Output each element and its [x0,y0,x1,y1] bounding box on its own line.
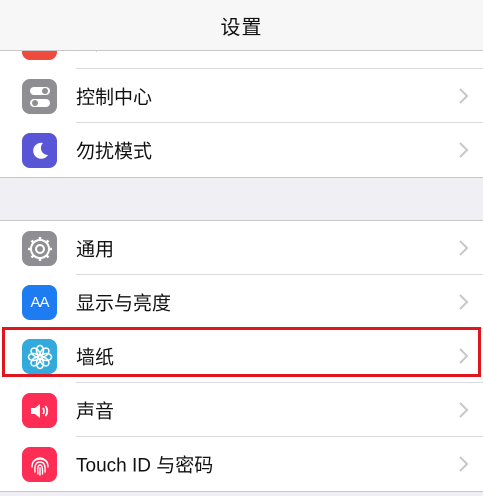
speaker-icon [22,393,57,428]
settings-group-2: 通用 AA 显示与亮度 墙纸 声音 Touch ID 与密码 [0,220,483,492]
settings-screen: 设置 通知 [0,0,483,496]
display-brightness-icon-text: AA [30,294,49,311]
chevron-right-icon [459,348,469,364]
settings-row-label: 声音 [76,400,115,423]
navigation-bar: 设置 [0,0,483,51]
chevron-right-icon [459,240,469,256]
settings-row-general[interactable]: 通用 [0,221,483,275]
settings-row-label: 通用 [76,238,115,261]
settings-row-label: 控制中心 [76,86,153,109]
chevron-right-icon [459,88,469,104]
settings-row-label: 墙纸 [76,346,115,369]
settings-row-display-brightness[interactable]: AA 显示与亮度 [0,275,483,329]
settings-row-label: 勿扰模式 [76,140,153,163]
settings-row-control-center[interactable]: 控制中心 [0,69,483,123]
chevron-right-icon [459,456,469,472]
moon-icon [22,133,57,168]
settings-row-sounds[interactable]: 声音 [0,383,483,437]
chevron-right-icon [459,294,469,310]
settings-row-do-not-disturb[interactable]: 勿扰模式 [0,123,483,177]
settings-row-label: Touch ID 与密码 [76,455,214,477]
settings-row-label: 显示与亮度 [76,292,172,315]
page-title: 设置 [220,14,263,39]
display-brightness-icon: AA [22,285,57,320]
chevron-right-icon [459,402,469,418]
chevron-right-icon [459,142,469,158]
control-center-icon [22,79,57,114]
fingerprint-icon [22,447,57,482]
gear-icon [22,231,57,266]
settings-row-touch-id-passcode[interactable]: Touch ID 与密码 [0,437,483,491]
settings-row-wallpaper[interactable]: 墙纸 [0,329,483,383]
wallpaper-flower-icon [22,339,57,374]
